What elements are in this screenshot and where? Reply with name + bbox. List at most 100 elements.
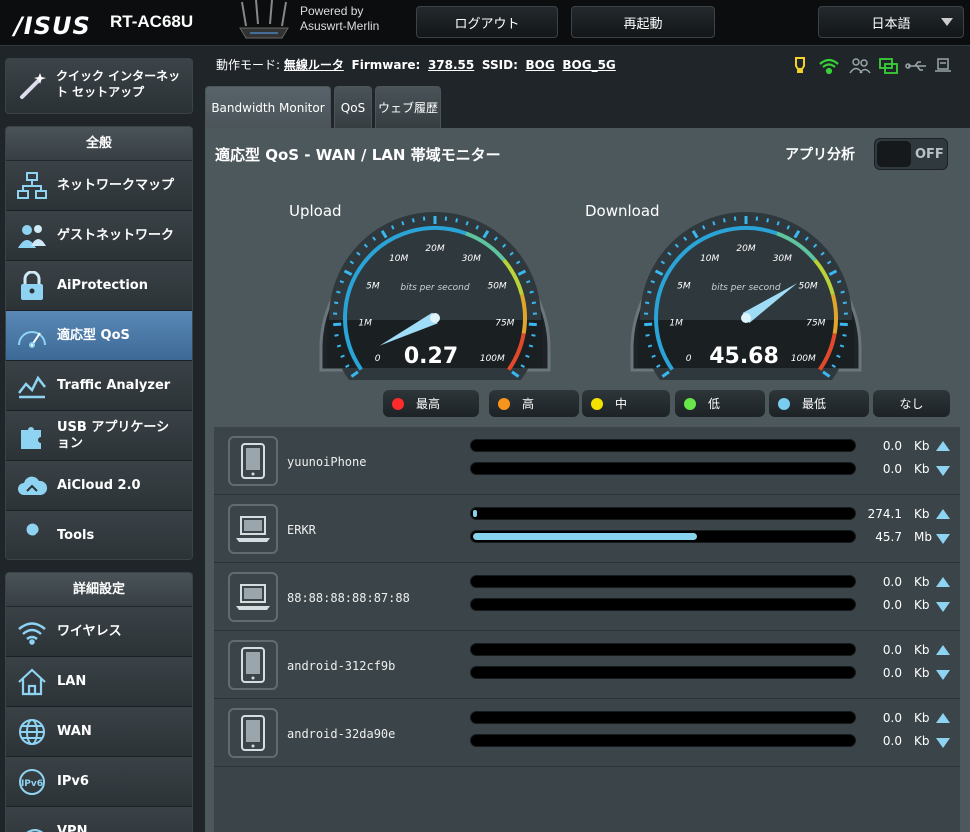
- upload-gauge-tick-label: 1M: [358, 319, 372, 329]
- sidebar-item-label: ネットワークマップ: [57, 177, 175, 193]
- download-unit: Kb: [914, 598, 930, 612]
- priority-legend-item: 最低: [769, 390, 869, 417]
- priority-dot-icon: [392, 397, 404, 410]
- download-arrow-icon: [936, 534, 950, 544]
- sidebar-item-wifi[interactable]: ワイヤレス: [6, 607, 192, 657]
- tab-web-history[interactable]: ウェブ履歴: [375, 86, 441, 128]
- bulb-icon[interactable]: [795, 57, 805, 73]
- download-gauge-tick: [645, 301, 650, 305]
- laptop-device-icon[interactable]: [228, 504, 278, 554]
- panel-title: 適応型 QoS - WAN / LAN 帯域モニター: [215, 146, 501, 164]
- ssid-link-5g[interactable]: BOG_5G: [562, 58, 615, 72]
- magic-wand-icon: [20, 73, 46, 99]
- upload-gauge-tick: [528, 322, 537, 327]
- upload-gauge-tick: [525, 280, 531, 284]
- clients-icon[interactable]: [849, 58, 871, 74]
- firmware-label: Firmware:: [351, 58, 421, 72]
- priority-dot-icon: [684, 397, 696, 410]
- upload-value: 0.0: [882, 575, 902, 589]
- phone-device-icon[interactable]: [228, 640, 278, 690]
- sidebar-item-globe[interactable]: WAN: [6, 707, 192, 757]
- priority-dot-icon: [778, 397, 790, 410]
- ssid-link-2g[interactable]: BOG: [526, 58, 555, 72]
- usb-icon[interactable]: [905, 61, 926, 71]
- traffic-analyzer-icon: [14, 370, 50, 402]
- upload-gauge-tick: [401, 221, 405, 226]
- upload-unit: Kb: [914, 507, 930, 521]
- sidebar-item-home[interactable]: LAN: [6, 657, 192, 707]
- language-value: 日本語: [871, 16, 911, 32]
- download-gauge-tick: [836, 354, 841, 358]
- sidebar-item-label: ワイヤレス: [57, 623, 122, 639]
- client-row: android-32da90e 0.0 Kb 0.0 Kb: [214, 699, 960, 767]
- sidebar-item-puzzle[interactable]: USB アプリケーション: [6, 411, 192, 461]
- upload-bar: [470, 575, 856, 588]
- puzzle-icon: [14, 420, 50, 452]
- sidebar-item-wrench[interactable]: Tools: [6, 511, 192, 559]
- reboot-button[interactable]: 再起動: [571, 6, 715, 38]
- sidebar-item-lock[interactable]: AiProtection: [6, 261, 192, 311]
- language-select[interactable]: 日本語: [818, 6, 964, 38]
- download-gauge-tick-label: 50M: [798, 282, 817, 292]
- general-menu: 全般 ネットワークマップ ゲストネットワーク AiProtection 適応型 QoS…: [5, 126, 193, 560]
- sidebar-item-speedometer[interactable]: 適応型 QoS: [6, 311, 192, 361]
- upload-unit: Kb: [914, 575, 930, 589]
- toggle-state: OFF: [915, 147, 944, 162]
- upload-unit: Kb: [914, 643, 930, 657]
- priority-dot-icon: [591, 397, 603, 410]
- globe-icon: [14, 716, 50, 748]
- phone-device-icon[interactable]: [228, 708, 278, 758]
- download-gauge-tick: [650, 280, 656, 284]
- download-gauge-tick-label: 30M: [773, 254, 792, 264]
- upload-gauge-tick: [529, 290, 534, 294]
- quick-setup-label: クイック インターネット セットアップ: [56, 69, 181, 99]
- network-map-icon: [14, 170, 50, 202]
- upload-gauge-tick: [525, 354, 530, 358]
- laptop-device-icon[interactable]: [228, 572, 278, 622]
- sidebar-item-label: WAN: [57, 723, 92, 739]
- sidebar-item-ipv6[interactable]: IPv6 IPv6: [6, 757, 192, 807]
- sidebar-item-vpn[interactable]: VPN: [6, 807, 192, 832]
- client-list: yuunoiPhone 0.0 Kb 0.0 Kb ERKR 274.1 Kb 45.7 Mb 88…: [214, 427, 960, 832]
- client-name: android-32da90e: [287, 727, 396, 741]
- tab-bandwidth-monitor[interactable]: Bandwidth Monitor: [205, 86, 331, 128]
- sidebar-item-network-map[interactable]: ネットワークマップ: [6, 161, 192, 211]
- mode-label: 動作モード:: [216, 58, 281, 72]
- phone-device-icon[interactable]: [228, 436, 278, 486]
- download-unit: Kb: [914, 462, 930, 476]
- download-gauge-tick: [836, 280, 842, 284]
- download-gauge-tick-label: 20M: [736, 244, 755, 254]
- sidebar-item-guest-network[interactable]: ゲストネットワーク: [6, 211, 192, 261]
- lock-icon: [14, 270, 50, 302]
- router-icon: [239, 0, 289, 39]
- download-bar-fill: [473, 533, 698, 540]
- download-arrow-icon: [936, 670, 950, 680]
- download-gauge-unit-label: bits per second: [711, 283, 780, 293]
- client-name: 88:88:88:88:87:88: [287, 591, 410, 605]
- sidebar-item-traffic-analyzer[interactable]: Traffic Analyzer: [6, 361, 192, 411]
- sidebar-item-cloud[interactable]: AiCloud 2.0: [6, 461, 192, 511]
- wifi-icon[interactable]: [819, 58, 839, 75]
- download-gauge-tick: [647, 344, 653, 348]
- upload-value: 274.1: [867, 507, 902, 521]
- quick-internet-setup-button[interactable]: クイック インターネット セットアップ: [5, 58, 193, 114]
- top-header: /ISUS RT-AC68U Powered by Asuswrt-Merlin…: [0, 0, 970, 46]
- upload-gauge-tick: [528, 344, 534, 348]
- speedometer-icon: [14, 320, 50, 352]
- upload-unit: Kb: [914, 439, 930, 453]
- firmware-value-link[interactable]: 378.55: [428, 58, 474, 72]
- client-name: yuunoiPhone: [287, 455, 367, 469]
- priority-legend-item: 高: [489, 390, 579, 417]
- printer-icon[interactable]: [935, 58, 951, 72]
- logout-button[interactable]: ログアウト: [416, 6, 558, 38]
- app-analysis-toggle[interactable]: OFF: [874, 138, 948, 170]
- upload-arrow-icon: [936, 509, 950, 519]
- priority-legend-label: 低: [708, 397, 721, 411]
- tab-qos[interactable]: QoS: [334, 86, 372, 128]
- download-value: 45.68: [709, 344, 779, 369]
- mode-value-link[interactable]: 無線ルータ: [284, 58, 344, 72]
- download-gauge-tick-label: 10M: [700, 254, 719, 264]
- vpn-icon: [14, 816, 50, 832]
- upload-gauge-tick-label: 75M: [495, 319, 514, 329]
- lan-icon[interactable]: [879, 58, 898, 74]
